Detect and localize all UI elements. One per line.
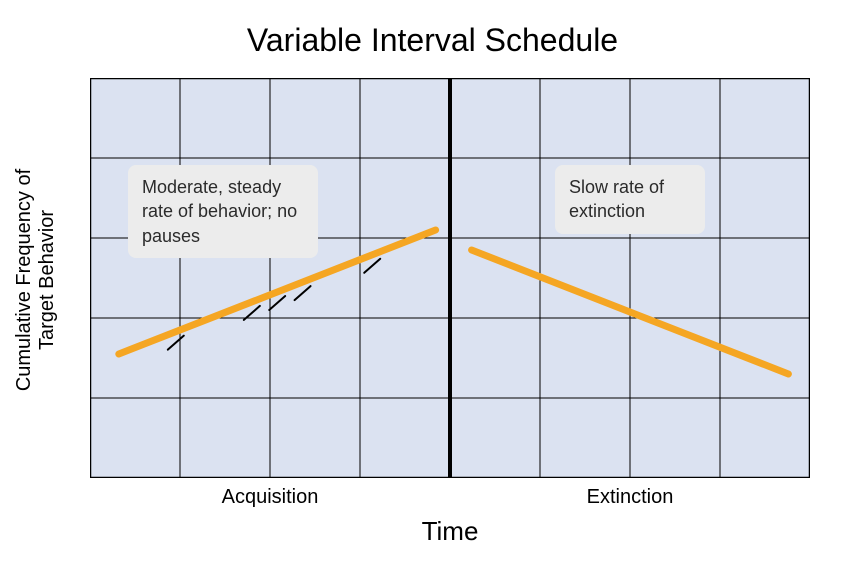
plot-svg — [90, 78, 810, 478]
figure-root: Variable Interval Schedule Cumulative Fr… — [0, 0, 865, 566]
phase-label-extinction: Extinction — [450, 486, 810, 509]
annotation-acquisition: Moderate, steady rate of behavior; no pa… — [128, 165, 318, 258]
phase-label-acquisition: Acquisition — [90, 486, 450, 509]
phase-labels: Acquisition Extinction — [90, 478, 810, 508]
y-axis-label: Cumulative Frequency ofTarget Behavior — [13, 169, 59, 391]
chart-title: Variable Interval Schedule — [0, 22, 865, 59]
plot-area — [90, 78, 810, 478]
annotation-extinction: Slow rate of extinction — [555, 165, 705, 234]
x-axis-label: Time — [90, 516, 810, 547]
